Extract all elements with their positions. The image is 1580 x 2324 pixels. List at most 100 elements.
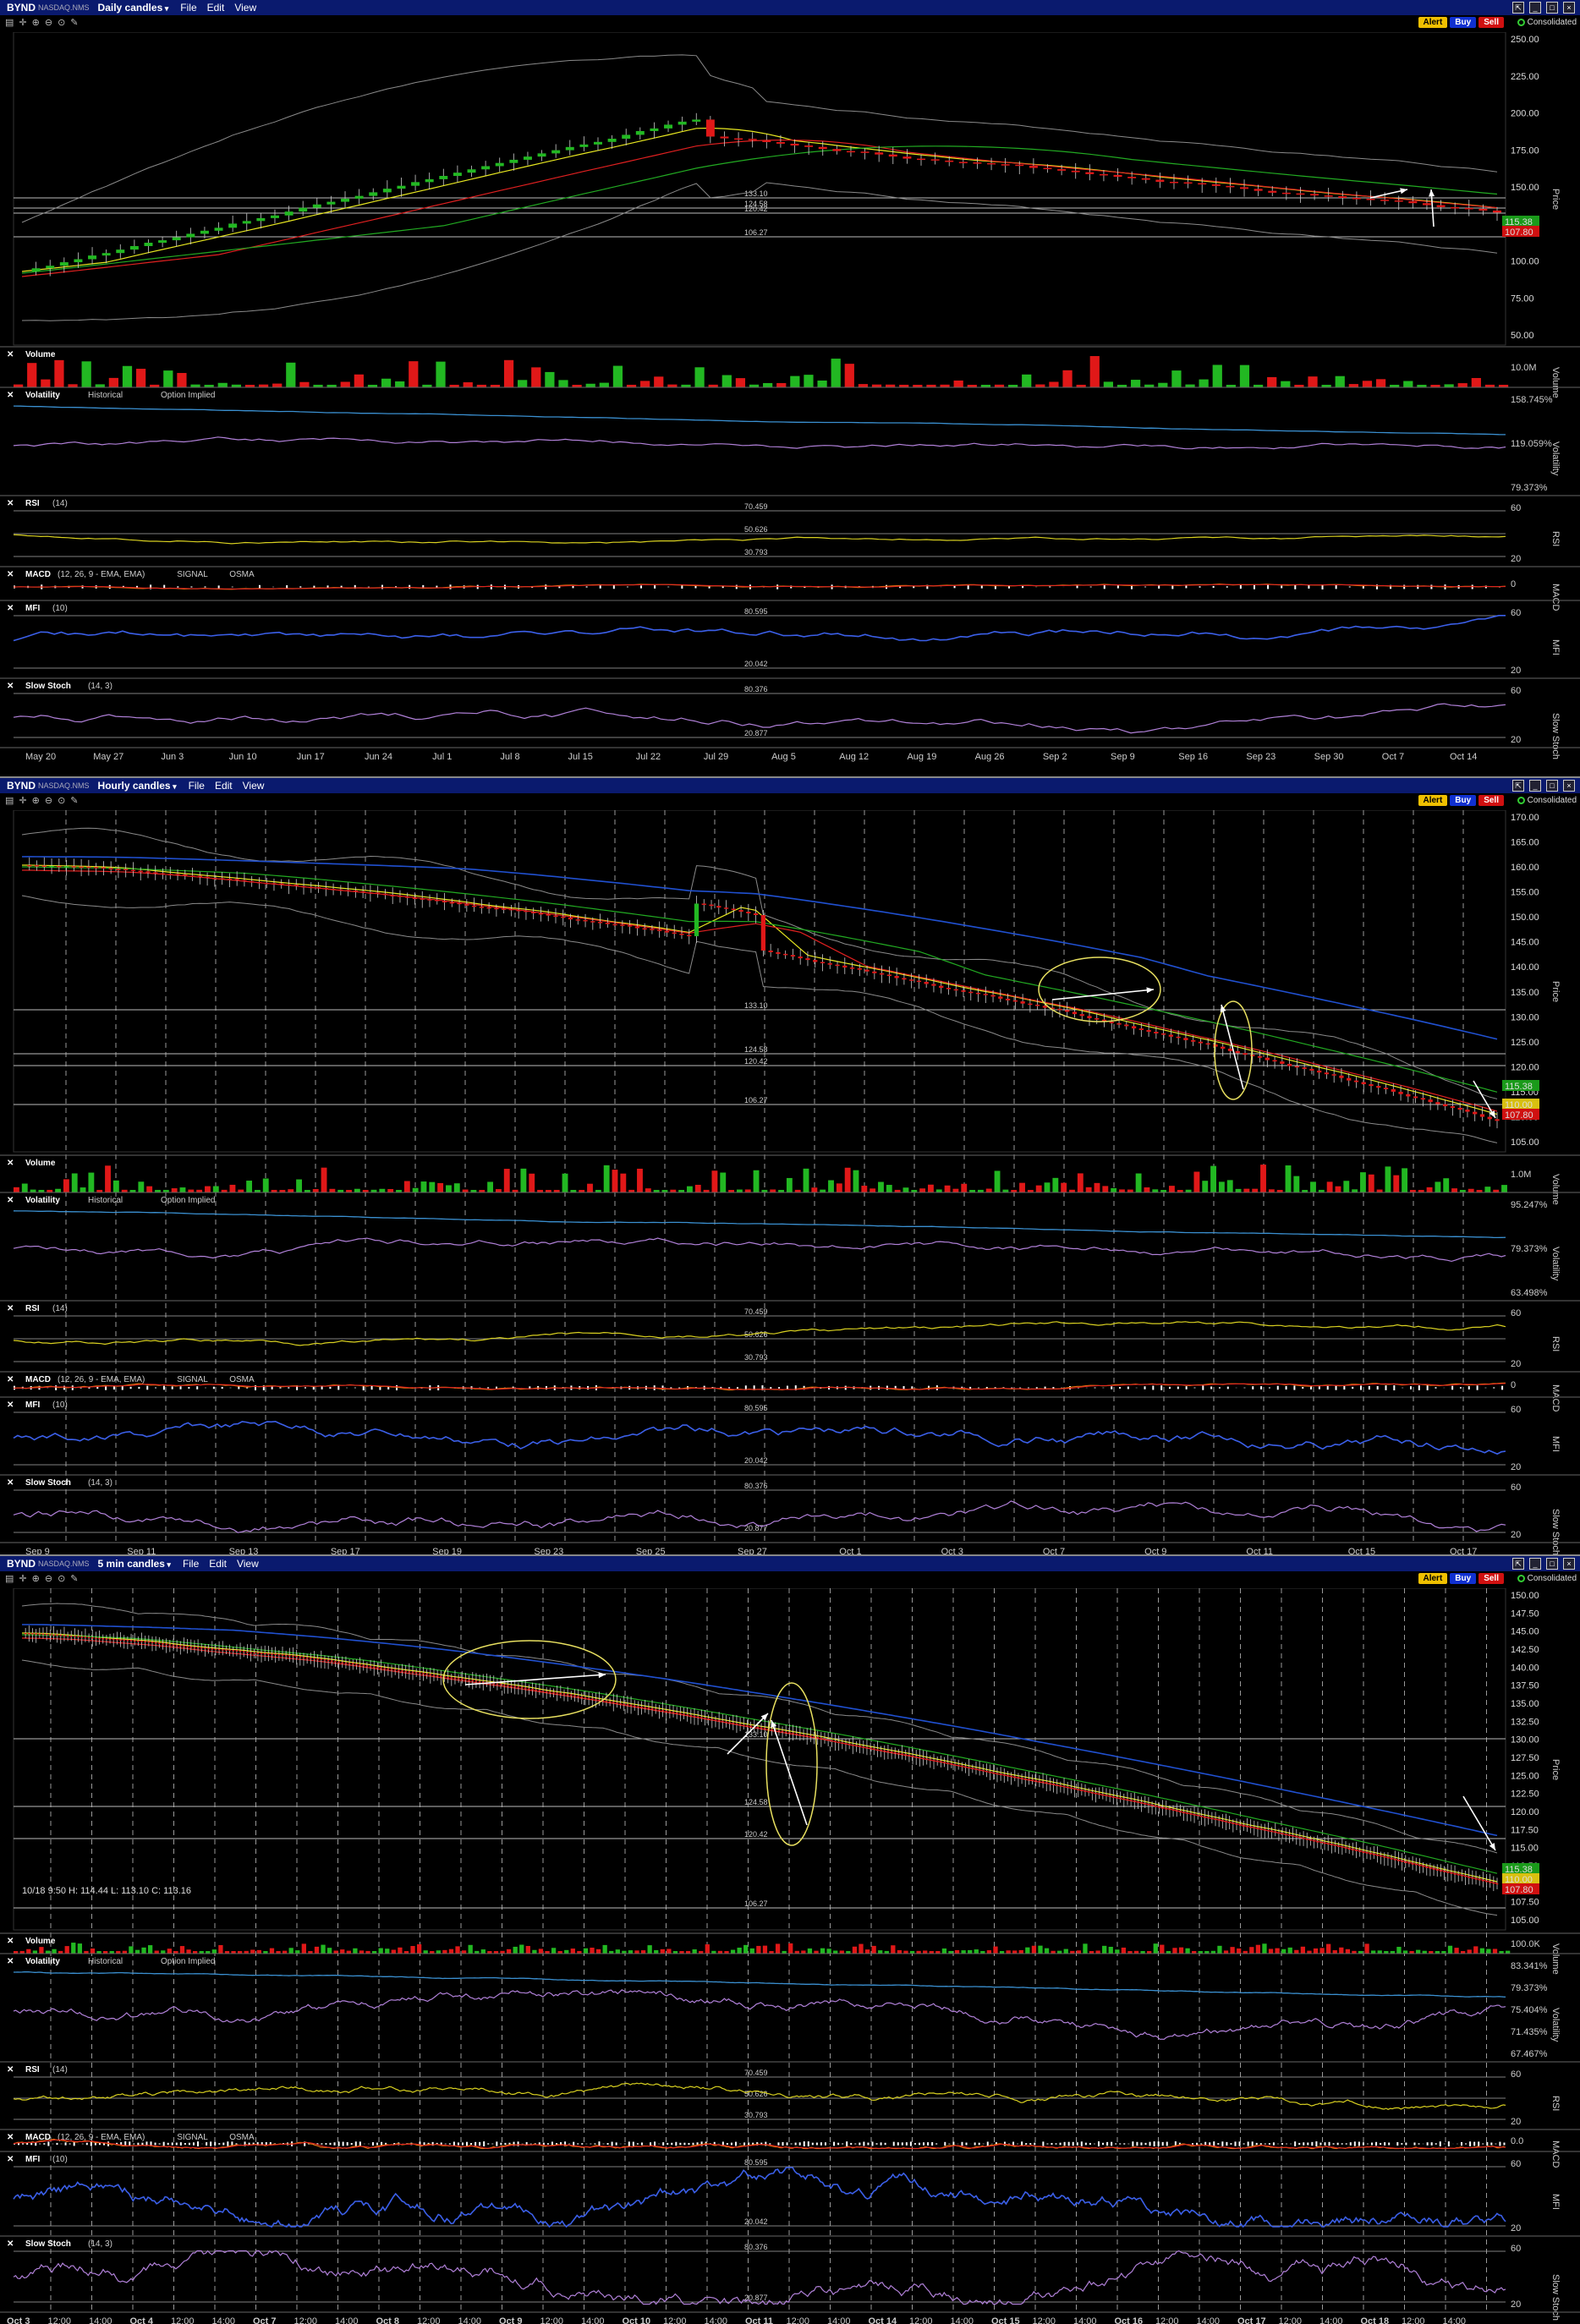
minimize-icon[interactable]: _ [1529,780,1541,792]
zoom-out-icon[interactable]: ⊖ [45,1573,52,1584]
osma-bar [529,2143,532,2145]
zoom-in-icon[interactable]: ⊕ [32,795,40,806]
chart-type-dropdown[interactable]: Daily candles [98,2,169,14]
osma-bar [1360,1385,1363,1390]
volume-bar [1035,1185,1042,1192]
close-icon[interactable]: × [1563,2,1575,14]
price-axis-label: 150.00 [1511,1591,1539,1601]
candle-body [397,185,406,189]
menu-view[interactable]: View [237,1558,259,1570]
feed-label[interactable]: Consolidated [1528,1574,1577,1583]
candle-body [186,1646,189,1647]
maximize-icon[interactable]: □ [1546,1558,1558,1570]
zoom-fit-icon[interactable]: ⊙ [58,17,65,28]
buy-button[interactable]: Buy [1450,1573,1477,1584]
volume-bar [853,1170,859,1192]
layout-icon[interactable]: ▤ [5,1573,14,1584]
drawing-tool-icon[interactable]: ✎ [70,795,78,806]
crosshair-icon[interactable]: ✛ [19,795,26,806]
candle-body [38,1633,41,1636]
alert-button[interactable]: Alert [1418,1573,1448,1584]
candle-body [827,962,832,965]
osma-bar [728,1387,731,1389]
candle-body [520,1686,524,1689]
pin-icon[interactable]: ⇱ [1512,2,1524,14]
menu-view[interactable]: View [234,2,256,14]
drawing-tool-icon[interactable]: ✎ [70,1573,78,1584]
zoom-in-icon[interactable]: ⊕ [32,17,40,28]
minimize-icon[interactable]: _ [1529,1558,1541,1570]
sell-button[interactable]: Sell [1479,1573,1504,1584]
sell-button[interactable]: Sell [1479,17,1504,28]
crosshair-icon[interactable]: ✛ [19,1573,26,1584]
candle-body [1436,205,1446,207]
minimize-icon[interactable]: _ [1529,2,1541,14]
maximize-icon[interactable]: □ [1546,780,1558,792]
symbol-label[interactable]: BYND [7,1558,36,1570]
hourly-chart-canvas[interactable]: 170.00165.00160.00155.00150.00145.00140.… [0,810,1580,1554]
zoom-fit-icon[interactable]: ⊙ [58,795,65,806]
zoom-fit-icon[interactable]: ⊙ [58,1573,65,1584]
menu-edit[interactable]: Edit [209,1558,227,1570]
candle-body [144,243,153,246]
volume-bar [1308,376,1318,387]
5min-chart-canvas[interactable]: 150.00147.50145.00142.50140.00137.50135.… [0,1588,1580,2324]
layout-icon[interactable]: ▤ [5,795,14,806]
zoom-out-icon[interactable]: ⊖ [45,17,52,28]
menu-file[interactable]: File [189,780,205,792]
symbol-label[interactable]: BYND [7,2,36,14]
pin-icon[interactable]: ⇱ [1512,780,1524,792]
candle-body [393,1669,397,1671]
feed-label[interactable]: Consolidated [1528,18,1577,27]
volume-bar [1102,1945,1107,1954]
chart-type-dropdown[interactable]: Hourly candles [98,780,177,792]
menu-view[interactable]: View [243,780,265,792]
volume-bar [558,380,568,387]
candle-body [605,923,610,924]
candle-body [728,1722,731,1724]
pin-icon[interactable]: ⇱ [1512,1558,1524,1570]
volume-bar [1319,1948,1325,1954]
volume-bar [1444,384,1454,387]
candle-body [989,1772,991,1773]
menu-file[interactable]: File [180,2,196,14]
price-axis-label: 100.00 [1511,257,1539,267]
chart-type-dropdown[interactable]: 5 min candles [98,1558,171,1570]
close-icon[interactable]: × [1563,1558,1575,1570]
maximize-icon[interactable]: □ [1546,2,1558,14]
symbol-label[interactable]: BYND [7,780,36,792]
crosshair-icon[interactable]: ✛ [19,17,26,28]
osma-bar [1027,1387,1029,1389]
volume-bar [1168,1186,1175,1192]
candle-body [274,1653,277,1655]
candle-body [1309,1068,1314,1071]
alert-button[interactable]: Alert [1418,17,1448,28]
pane-axis-label: 79.373% [1511,483,1548,493]
candle-body [1492,1882,1495,1884]
volume-bar [14,1187,19,1192]
alert-button[interactable]: Alert [1418,795,1448,806]
candle-body [205,876,210,879]
price-axis-label: 175.00 [1511,145,1539,156]
layout-icon[interactable]: ▤ [5,17,14,28]
volume-bar [1339,1947,1344,1954]
pane-axis-title: MACD [1550,1384,1561,1411]
menu-file[interactable]: File [183,1558,199,1570]
osma-bar [1102,2142,1105,2146]
osma-bar [1251,2141,1254,2146]
feed-label[interactable]: Consolidated [1528,796,1577,805]
daily-chart-canvas[interactable]: 250.00225.00200.00175.00150.00125.00100.… [0,32,1580,776]
sell-button[interactable]: Sell [1479,795,1504,806]
buy-button[interactable]: Buy [1450,795,1477,806]
zoom-in-icon[interactable]: ⊕ [32,1573,40,1584]
zoom-out-icon[interactable]: ⊖ [45,795,52,806]
candle-body [679,934,684,935]
menu-edit[interactable]: Edit [207,2,225,14]
close-icon[interactable]: × [1563,780,1575,792]
buy-button[interactable]: Buy [1450,17,1477,28]
candle-body [1479,208,1488,211]
volume-bar [211,1949,217,1954]
drawing-tool-icon[interactable]: ✎ [70,17,78,28]
volume-bar [391,1949,396,1954]
menu-edit[interactable]: Edit [215,780,233,792]
